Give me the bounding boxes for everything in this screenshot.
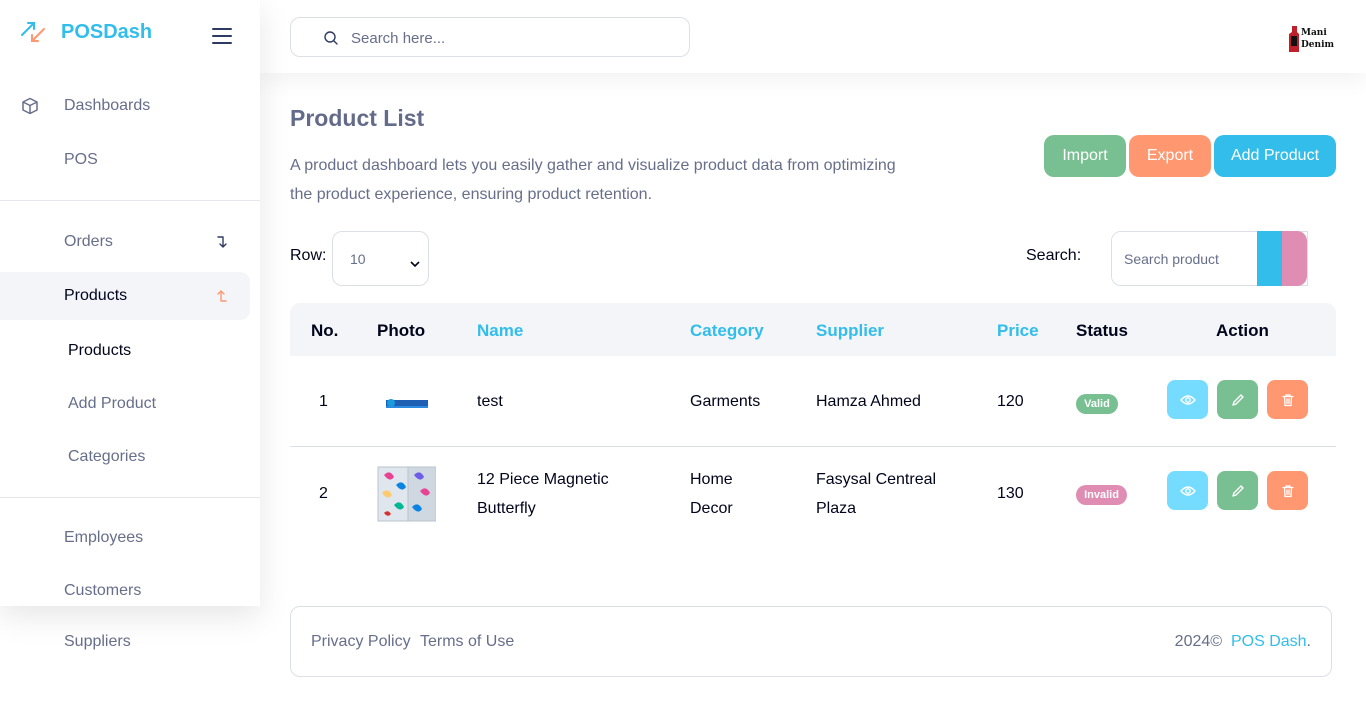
- sidebar-item-orders[interactable]: Orders: [0, 218, 250, 266]
- sidebar-item-dashboards[interactable]: Dashboards: [0, 82, 250, 130]
- sidebar-subitem-add-product[interactable]: Add Product: [68, 395, 156, 413]
- sidebar-item-customers[interactable]: Customers: [0, 567, 250, 615]
- search-input[interactable]: [351, 26, 671, 50]
- chevron-down-icon: [410, 255, 420, 268]
- table-row: 1 test Garments Hamza Ahmed 120 Valid: [290, 356, 1336, 446]
- status-badge: Invalid: [1076, 485, 1127, 505]
- cell-supplier: Hamza Ahmed: [816, 393, 921, 410]
- footer-brand-link[interactable]: POS Dash: [1231, 633, 1307, 650]
- copyright-year: 2024©: [1174, 633, 1223, 650]
- table-row: 2 12 Piece Magnetic Butterfly Home Decor F: [290, 447, 1336, 539]
- page-description: A product dashboard lets you easily gath…: [290, 157, 896, 203]
- cell-category-line1: Home: [690, 471, 733, 488]
- search-submit-button[interactable]: [1257, 231, 1282, 286]
- edit-button[interactable]: [1217, 471, 1258, 510]
- search-label: Search:: [1026, 247, 1082, 264]
- sidebar-item-employees[interactable]: Employees: [0, 514, 250, 562]
- topbar: Mani Denim: [260, 0, 1366, 73]
- brand-name: POSDash: [61, 20, 153, 43]
- product-photo: [376, 465, 437, 523]
- posdash-logo-icon: [20, 19, 46, 45]
- search-reset-button[interactable]: [1282, 231, 1307, 286]
- col-header-status[interactable]: Status: [1076, 321, 1128, 341]
- delete-button[interactable]: [1267, 471, 1308, 510]
- menu-toggle-icon[interactable]: [212, 28, 232, 44]
- brand[interactable]: POSDash: [20, 19, 152, 45]
- import-button[interactable]: Import: [1044, 135, 1126, 177]
- col-header-category[interactable]: Category: [690, 321, 764, 341]
- status-badge: Valid: [1076, 394, 1118, 414]
- arrow-up-left-icon: [215, 289, 229, 303]
- page-title: Product List: [290, 105, 425, 131]
- cell-supplier-line1: Fasysal Centreal: [816, 471, 937, 488]
- cell-name-line2: Butterfly: [477, 500, 536, 517]
- eye-icon: [1179, 394, 1196, 405]
- user-avatar[interactable]: Mani Denim: [1288, 22, 1336, 56]
- cell-category-line2: Decor: [690, 500, 733, 517]
- col-header-name[interactable]: Name: [477, 321, 523, 341]
- eye-icon: [1179, 485, 1196, 496]
- view-button[interactable]: [1167, 471, 1208, 510]
- sidebar-subitem-products[interactable]: Products: [68, 342, 131, 360]
- privacy-policy-link[interactable]: Privacy Policy: [311, 633, 411, 651]
- terms-of-use-link[interactable]: Terms of Use: [420, 633, 514, 651]
- sidebar-item-label: Orders: [64, 233, 113, 250]
- cell-no: 1: [319, 393, 328, 410]
- sidebar-item-label: Customers: [64, 582, 142, 599]
- mani-denim-logo-icon: [1288, 24, 1300, 54]
- export-button[interactable]: Export: [1129, 135, 1211, 177]
- col-header-supplier[interactable]: Supplier: [816, 321, 884, 341]
- sidebar: POSDash Dashboards POS Orders Products P…: [0, 0, 260, 606]
- copyright-period: .: [1306, 633, 1311, 650]
- col-header-photo[interactable]: Photo: [377, 321, 425, 341]
- product-photo: [382, 395, 432, 411]
- sidebar-item-pos[interactable]: POS: [0, 136, 250, 184]
- logo-text-line1: Mani: [1301, 28, 1327, 38]
- cell-supplier: Fasysal Centreal Plaza: [816, 465, 936, 523]
- global-search[interactable]: [290, 17, 690, 57]
- sidebar-item-suppliers[interactable]: Suppliers: [64, 633, 131, 651]
- cell-supplier-line2: Plaza: [816, 500, 857, 517]
- footer: Privacy Policy Terms of Use 2024© POS Da…: [290, 606, 1332, 677]
- delete-button[interactable]: [1267, 380, 1308, 419]
- sidebar-item-products[interactable]: Products: [0, 272, 250, 320]
- sidebar-item-label: POS: [64, 151, 98, 168]
- cube-icon: [21, 97, 39, 115]
- pencil-icon: [1231, 393, 1244, 406]
- search-icon: [323, 30, 339, 46]
- col-header-price[interactable]: Price: [997, 321, 1039, 341]
- sidebar-item-label: Products: [64, 287, 128, 304]
- view-button[interactable]: [1167, 380, 1208, 419]
- table-header: No. Photo Name Category Supplier Price S…: [290, 303, 1336, 356]
- trash-icon: [1281, 484, 1294, 497]
- sidebar-item-label: Employees: [64, 529, 144, 546]
- col-header-action[interactable]: Action: [1216, 321, 1269, 341]
- trash-icon: [1281, 393, 1294, 406]
- copyright: 2024© POS Dash.: [1175, 633, 1311, 651]
- cell-name-line1: 12 Piece Magnetic: [477, 471, 609, 488]
- logo-text-line2: Denim: [1301, 40, 1335, 50]
- arrow-down-right-icon: [215, 235, 229, 249]
- pencil-icon: [1231, 484, 1244, 497]
- sidebar-subitem-categories[interactable]: Categories: [68, 448, 145, 466]
- cell-price: 130: [997, 485, 1024, 502]
- sidebar-item-label: Dashboards: [64, 97, 151, 114]
- row-count-select[interactable]: 10: [332, 231, 429, 286]
- cell-name: 12 Piece Magnetic Butterfly: [477, 465, 609, 523]
- cell-price: 120: [997, 393, 1024, 410]
- col-header-no[interactable]: No.: [311, 321, 338, 341]
- sidebar-divider: [0, 497, 260, 498]
- add-product-button[interactable]: Add Product: [1214, 135, 1336, 177]
- cell-category: Garments: [690, 393, 761, 410]
- row-label: Row:: [290, 247, 327, 264]
- cell-no: 2: [319, 485, 328, 502]
- cell-name: test: [477, 393, 503, 410]
- cell-category: Home Decor: [690, 465, 733, 523]
- sidebar-divider: [0, 200, 260, 201]
- edit-button[interactable]: [1217, 380, 1258, 419]
- row-count-value: 10: [350, 250, 366, 267]
